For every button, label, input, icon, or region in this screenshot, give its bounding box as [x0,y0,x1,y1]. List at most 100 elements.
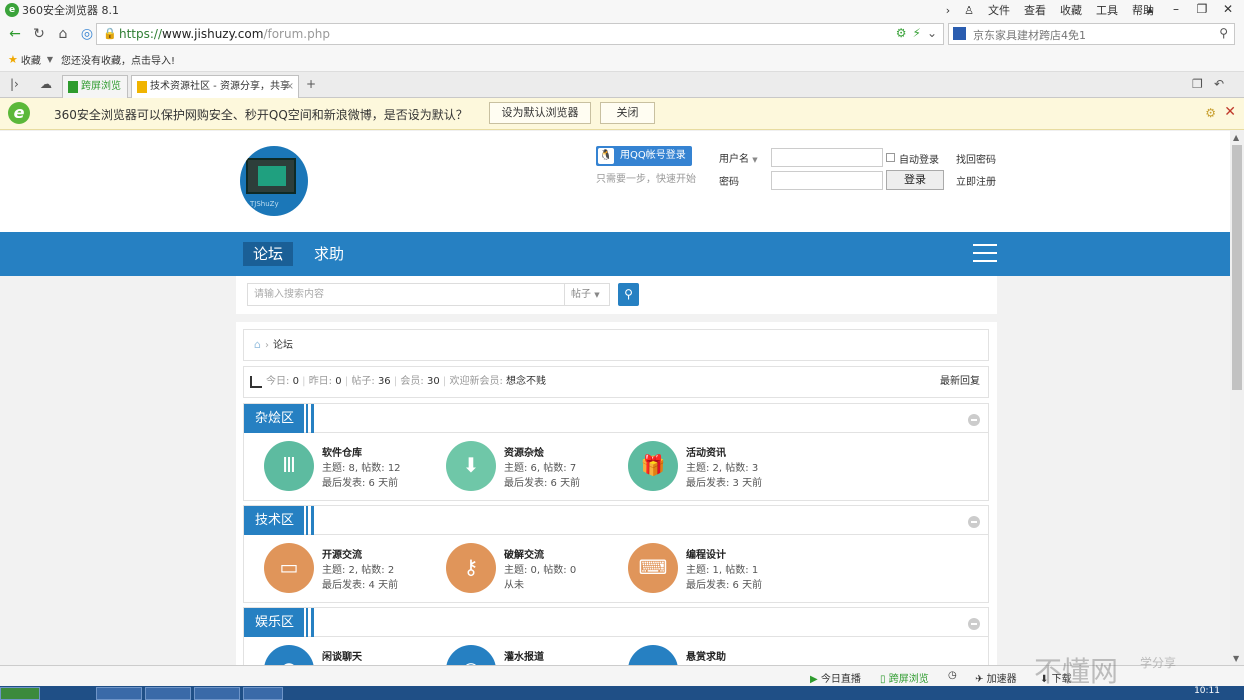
favorites-import-hint[interactable]: 您还没有收藏，点击导入! [61,52,175,67]
chat-icon[interactable]: ● [264,645,314,665]
auto-login-checkbox[interactable] [886,153,895,162]
forum-name[interactable]: 开源交流 [322,546,362,561]
password-input[interactable] [771,171,883,190]
nav-forum[interactable]: 论坛 [243,242,294,266]
username-label[interactable]: 用户名 ▼ [719,150,758,165]
screen-icon[interactable]: ▬ [628,645,678,665]
gear-icon[interactable]: ⚙ [1205,106,1216,120]
skin-icon[interactable]: ▴ [1138,0,1162,18]
username-input[interactable] [771,148,883,167]
forum-item[interactable]: ● 闲谈聊天 [252,645,434,665]
taskbar-word[interactable] [243,687,283,700]
collapse-icon[interactable] [968,516,980,528]
download-icon[interactable]: ⬇ [446,441,496,491]
close-tab-icon[interactable]: × [286,76,294,97]
tab-cross-screen[interactable]: 跨屏浏览 [62,75,128,98]
shield-icon[interactable]: ◎ [78,24,96,44]
restore-tabs-icon[interactable]: ❐ [1192,77,1203,91]
nav-help[interactable]: 求助 [304,242,354,266]
login-button[interactable]: 登录 [886,170,944,190]
taskbar-folder[interactable] [145,687,191,700]
maximize-button[interactable]: ❐ [1190,0,1214,18]
taskbar-browser[interactable] [96,687,142,700]
forum-name[interactable]: 灌水报道 [504,648,544,663]
clock-icon[interactable]: ◷ [948,670,957,681]
search-type-select[interactable]: 帖子 ▼ [564,283,610,306]
home-icon[interactable]: ⌂ [54,24,72,44]
forum-name[interactable]: 编程设计 [686,546,726,561]
start-button[interactable] [0,687,40,700]
key-icon[interactable]: ⚷ [446,543,496,593]
taskbar-files[interactable] [194,687,240,700]
forum-search-input[interactable]: 请输入搜索内容 [247,283,565,306]
search-icon[interactable]: ⚲ [1219,26,1228,40]
breadcrumb-forum[interactable]: 论坛 [273,340,293,351]
new-tab-button[interactable]: + [306,77,316,91]
latest-replies-link[interactable]: 最新回复 [940,367,980,397]
settings-icon[interactable]: ⚙ [896,26,907,40]
hamburger-menu-icon[interactable] [973,244,997,264]
forum-name[interactable]: 破解交流 [504,546,544,561]
scroll-up-icon[interactable]: ▲ [1233,133,1239,142]
page-scrollbar[interactable]: ▲ ▼ [1230,131,1244,665]
forum-item[interactable]: ▭ 开源交流 主题: 2, 帖数: 2 最后发表: 4 天前 [252,543,434,597]
scroll-down-icon[interactable]: ▼ [1233,654,1239,663]
scrollbar-thumb[interactable] [1232,145,1242,390]
sidebar-toggle-icon[interactable]: |› [10,77,19,91]
forum-item[interactable]: ⬇ 资源杂烩 主题: 6, 帖数: 7 最后发表: 6 天前 [434,441,616,495]
menu-file[interactable]: 文件 [988,2,1010,18]
section-title[interactable]: 娱乐区 [244,608,314,637]
live-button[interactable]: ▶ 今日直播 [810,670,861,685]
back-icon[interactable]: ← [6,24,24,44]
forum-item[interactable]: Ⅲ 软件仓库 主题: 8, 帖数: 12 最后发表: 6 天前 [252,441,434,495]
set-default-button[interactable]: 设为默认浏览器 [489,102,591,124]
register-link[interactable]: 立即注册 [956,173,996,188]
close-icon[interactable]: ✕ [1224,104,1236,120]
infobar-close-button[interactable]: 关闭 [600,102,655,124]
menu-tools[interactable]: 工具 [1096,2,1118,18]
gift-icon[interactable]: 🎁 [628,441,678,491]
forum-item[interactable]: ⚷ 破解交流 主题: 0, 帖数: 0 从未 [434,543,616,597]
forum-item[interactable]: ◎ 灌水报道 [434,645,616,665]
minimize-button[interactable]: – [1164,0,1188,18]
folder-icon[interactable]: ▭ [264,543,314,593]
target-icon[interactable]: ◎ [446,645,496,665]
refresh-icon[interactable]: ↻ [30,24,48,44]
browser-search-input[interactable]: 京东家具建材跨店4免1 ⚲ [948,23,1235,45]
cross-screen-button[interactable]: ▯ 跨屏浏览 [880,670,929,685]
auto-login-label[interactable]: 自动登录 [899,151,939,166]
url-input[interactable]: 🔒 https://www.jishuzy.com/forum.php ⚙ ⚡ … [96,23,944,45]
forum-name[interactable]: 悬赏求助 [686,648,726,663]
site-logo[interactable]: TJShuZy [240,146,308,216]
user-icon[interactable]: ♙ [964,4,974,17]
forum-item[interactable]: 🎁 活动资讯 主题: 2, 帖数: 3 最后发表: 3 天前 [616,441,798,495]
caret-down-icon[interactable]: ▼ [47,55,53,64]
search-engine-icon[interactable] [953,27,966,40]
collapse-icon[interactable] [968,618,980,630]
qq-login-button[interactable]: 🐧 用QQ帐号登录 [596,146,692,166]
undo-icon[interactable]: ↶ [1214,77,1224,91]
menu-view[interactable]: 查看 [1024,2,1046,18]
cloud-icon[interactable]: ☁ [40,77,52,91]
collapse-icon[interactable] [968,414,980,426]
forum-name[interactable]: 活动资讯 [686,444,726,459]
menu-chevron-icon[interactable]: › [946,4,950,17]
find-password-link[interactable]: 找回密码 [956,151,996,166]
section-title[interactable]: 技术区 [244,506,314,535]
home-icon[interactable]: ⌂ [254,338,261,351]
forum-name[interactable]: 软件仓库 [322,444,362,459]
forum-name[interactable]: 闲谈聊天 [322,648,362,663]
tab-forum[interactable]: 技术资源社区 - 资源分享，共享 × [131,75,299,98]
forum-item[interactable]: ▬ 悬赏求助 [616,645,798,665]
forum-item[interactable]: ⌨ 编程设计 主题: 1, 帖数: 1 最后发表: 6 天前 [616,543,798,597]
forum-search-button[interactable]: ⚲ [618,283,639,306]
accelerator-button[interactable]: ✈ 加速器 [975,670,1017,685]
menu-favorites[interactable]: 收藏 [1060,2,1082,18]
favorites-button[interactable]: 收藏 [21,52,41,67]
sliders-icon[interactable]: Ⅲ [264,441,314,491]
newest-member-link[interactable]: 想念不贱 [506,376,546,387]
section-title[interactable]: 杂烩区 [244,404,314,433]
keyboard-icon[interactable]: ⌨ [628,543,678,593]
chevron-down-icon[interactable]: ⌄ [927,26,937,40]
close-window-button[interactable]: ✕ [1216,0,1240,18]
